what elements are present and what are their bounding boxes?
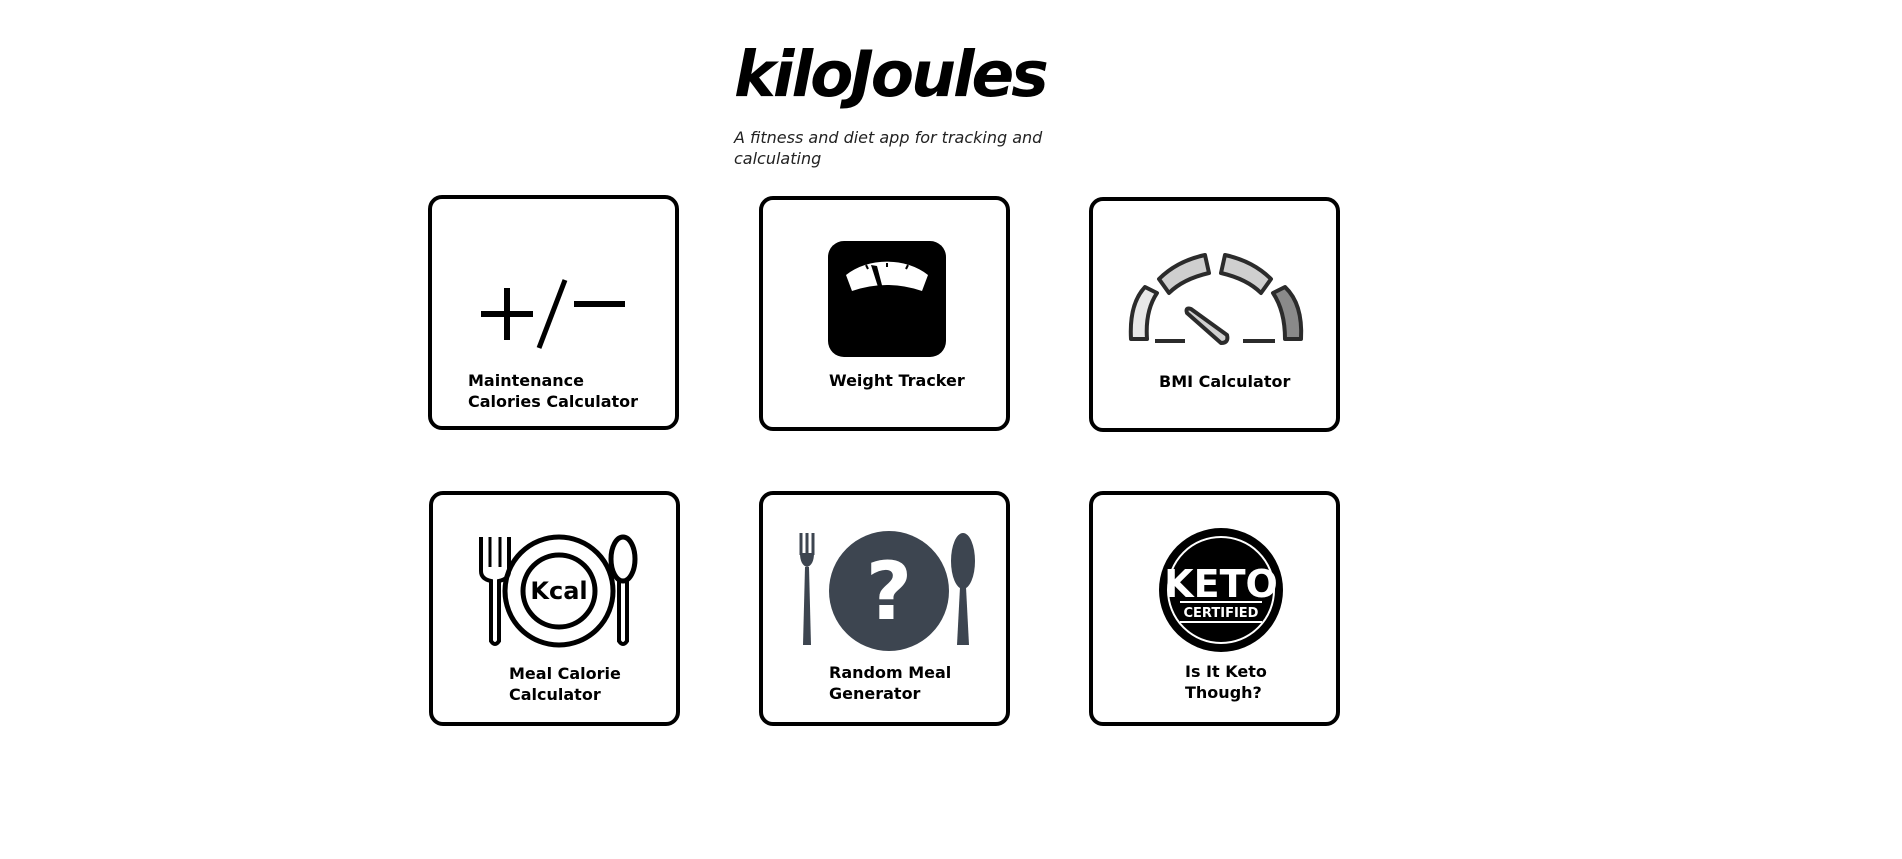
app-title: kiloJoules (734, 38, 1049, 111)
card-label: Meal Calorie Calculator (509, 664, 621, 704)
gauge-icon (1128, 253, 1304, 345)
random-meal-card[interactable]: ? Random Meal Generator (759, 491, 1010, 726)
certified-text: CERTIFIED (1184, 606, 1259, 621)
is-it-keto-card[interactable]: KETO CERTIFIED Is It Keto Though? (1089, 491, 1340, 726)
card-label: BMI Calculator (1159, 372, 1291, 391)
meal-calorie-card[interactable]: Kcal Meal Calorie Calculator (429, 491, 680, 726)
card-label: Random Meal Generator (829, 663, 952, 703)
card-label: Maintenance Calories Calculator (468, 371, 639, 411)
card-label: Weight Tracker (829, 371, 965, 390)
plate-kcal-icon: Kcal (479, 534, 638, 648)
weighing-scale-icon (828, 241, 946, 357)
keto-certified-icon: KETO CERTIFIED (1159, 528, 1283, 652)
kcal-text: Kcal (530, 577, 587, 605)
maintenance-calories-card[interactable]: Maintenance Calories Calculator (428, 195, 679, 430)
card-label: Is It Keto Though? (1185, 662, 1267, 702)
question-plate-icon: ? (799, 531, 975, 651)
question-mark-text: ? (866, 545, 912, 638)
header: kiloJoules A fitness and diet app for tr… (734, 30, 1064, 168)
bmi-calculator-card[interactable]: BMI Calculator (1089, 197, 1340, 432)
app-subtitle: A fitness and diet app for tracking and … (734, 128, 1043, 168)
weight-tracker-card[interactable]: Weight Tracker (759, 196, 1010, 431)
plus-minus-icon (481, 279, 625, 349)
keto-text: KETO (1164, 562, 1278, 606)
